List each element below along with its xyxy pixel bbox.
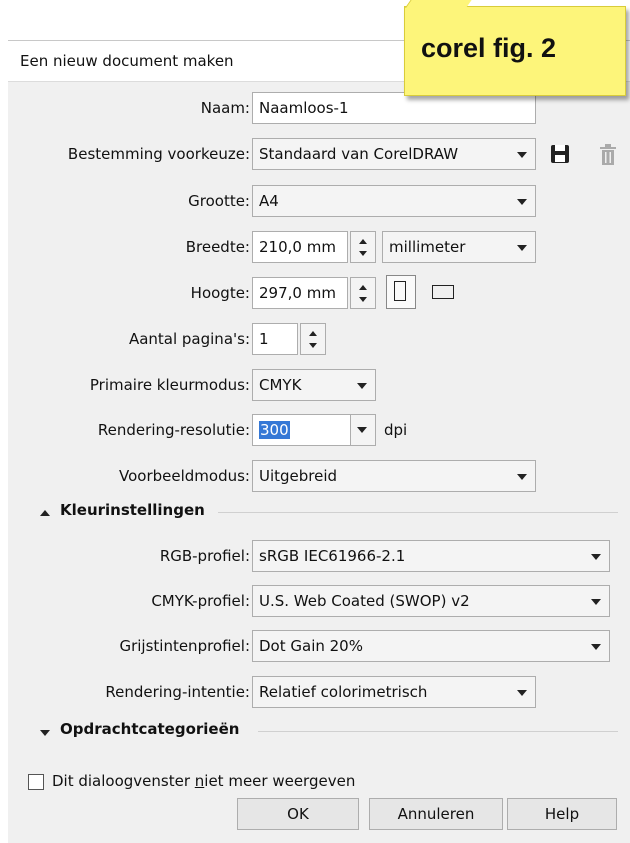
rgb-value: sRGB IEC61966-2.1 [259,547,406,565]
hoogte-label: Hoogte: [190,284,250,302]
sticky-note: corel fig. 2 [404,0,626,96]
kleurinstellingen-title: Kleurinstellingen [60,501,205,519]
chevron-down-icon [517,474,527,480]
help-button[interactable]: Help [507,798,617,830]
save-icon[interactable] [550,144,570,164]
naam-input[interactable]: Naamloos-1 [252,92,536,124]
breedte-stepper[interactable] [350,231,376,263]
paginas-input[interactable]: 1 [252,323,298,355]
chevron-down-icon [591,644,601,650]
trash-icon[interactable] [598,144,618,166]
chevron-down-icon [591,554,601,560]
chevron-down-icon [517,690,527,696]
new-document-dialog: Een nieuw document maken Naam: Naamloos-… [8,40,630,843]
chevron-up-icon [359,239,367,244]
dont-show-text-b: iet meer weergeven [204,772,356,790]
breedte-label: Breedte: [185,238,250,256]
kleurmodus-value: CMYK [259,376,302,394]
chevron-down-icon [357,427,367,433]
cmyk-label: CMYK-profiel: [151,592,250,610]
paginas-label: Aantal pagina's: [128,330,250,348]
breedte-value: 210,0 mm [259,238,336,256]
opdrachtcategorieen-header[interactable]: Opdrachtcategorieën [60,720,239,738]
voorbeeld-dropdown[interactable]: Uitgebreid [252,460,536,492]
kleurmodus-label: Primaire kleurmodus: [89,376,250,394]
naam-value: Naamloos-1 [259,99,349,117]
chevron-down-icon [359,297,367,302]
chevron-down-icon [309,343,317,348]
chevron-down-icon [591,599,601,605]
dialog-title: Een nieuw document maken [20,52,234,70]
dont-show-label[interactable]: Dit dialoogvenster niet meer weergeven [52,772,355,790]
dont-show-text-a: Dit dialoogvenster [52,772,195,790]
hoogte-value: 297,0 mm [259,284,336,302]
chevron-down-icon [517,245,527,251]
grootte-dropdown[interactable]: A4 [252,185,536,217]
chevron-down-icon [357,383,367,389]
section-divider [218,512,618,513]
kleurmodus-dropdown[interactable]: CMYK [252,369,376,401]
cmyk-value: U.S. Web Coated (SWOP) v2 [259,592,470,610]
grijstinten-dropdown[interactable]: Dot Gain 20% [252,630,610,662]
chevron-down-icon [517,152,527,158]
grijs-value: Dot Gain 20% [259,637,363,655]
grootte-label: Grootte: [188,192,250,210]
cancel-button[interactable]: Annuleren [369,798,503,830]
opdrachtcategorieen-title: Opdrachtcategorieën [60,720,240,738]
resolutie-value: 300 [259,421,290,439]
grijs-label: Grijstintenprofiel: [119,637,250,655]
paginas-value: 1 [259,330,269,348]
chevron-down-icon [517,199,527,205]
resolutie-unit: dpi [384,421,408,439]
resolutie-dropdown-button[interactable] [350,415,375,445]
resolutie-combobox[interactable]: 300 [252,414,376,446]
rgb-label: RGB-profiel: [159,547,250,565]
naam-label: Naam: [200,99,250,117]
unit-dropdown[interactable]: millimeter [382,231,536,263]
rgb-profiel-dropdown[interactable]: sRGB IEC61966-2.1 [252,540,610,572]
expand-icon[interactable] [40,730,50,736]
dont-show-accesskey: n [194,772,205,790]
ok-button[interactable]: OK [237,798,359,830]
intentie-dropdown[interactable]: Relatief colorimetrisch [252,676,536,708]
portrait-icon [394,281,406,301]
bestemming-value: Standaard van CorelDRAW [259,145,459,163]
cmyk-profiel-dropdown[interactable]: U.S. Web Coated (SWOP) v2 [252,585,610,617]
paginas-stepper[interactable] [300,323,326,355]
voorbeeld-label: Voorbeeldmodus: [119,467,250,485]
intentie-label: Rendering-intentie: [105,683,250,701]
grootte-value: A4 [259,192,279,210]
intentie-value: Relatief colorimetrisch [259,683,428,701]
dont-show-checkbox[interactable] [28,774,44,790]
chevron-up-icon [309,331,317,336]
portrait-button[interactable] [386,275,416,309]
voorbeeld-value: Uitgebreid [259,467,338,485]
sticky-fold [405,0,477,8]
resolutie-label: Rendering-resolutie: [97,421,250,439]
bestemming-label: Bestemming voorkeuze: [67,145,250,163]
unit-value: millimeter [389,238,466,256]
chevron-up-icon [359,285,367,290]
section-divider [258,731,618,732]
kleurinstellingen-header[interactable]: Kleurinstellingen [60,501,205,519]
hoogte-stepper[interactable] [350,277,376,309]
collapse-icon[interactable] [40,510,50,516]
chevron-down-icon [359,251,367,256]
bestemming-dropdown[interactable]: Standaard van CorelDRAW [252,138,536,170]
landscape-icon[interactable] [432,285,454,299]
sticky-note-text: corel fig. 2 [421,33,557,63]
breedte-input[interactable]: 210,0 mm [252,231,348,263]
hoogte-input[interactable]: 297,0 mm [252,277,348,309]
